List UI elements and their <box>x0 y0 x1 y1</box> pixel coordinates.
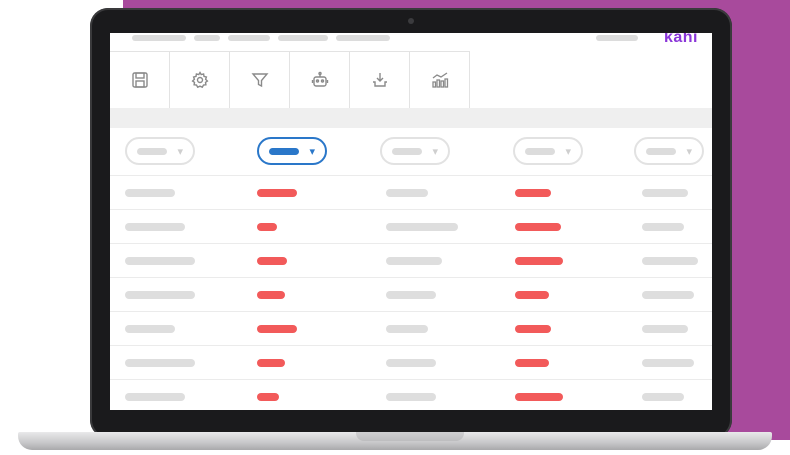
chevron-down-icon: ▾ <box>686 146 692 158</box>
export-button[interactable] <box>350 52 410 108</box>
nav-placeholder-2[interactable] <box>194 35 220 41</box>
table-row[interactable] <box>110 209 712 243</box>
table-cell <box>125 223 185 231</box>
table-cell-highlight <box>257 257 287 265</box>
table-cell <box>642 393 684 401</box>
laptop-hinge-notch <box>356 432 464 441</box>
table-row[interactable] <box>110 277 712 311</box>
table-cell <box>125 393 185 401</box>
table-cell-highlight <box>515 291 549 299</box>
column-filter-3[interactable]: ▾ <box>380 137 450 165</box>
table-cell <box>386 359 436 367</box>
table-cell-highlight <box>515 223 561 231</box>
table-cell-highlight <box>257 359 285 367</box>
account-placeholder[interactable] <box>596 35 638 41</box>
table-cell <box>386 189 428 197</box>
nav-placeholder-4[interactable] <box>278 35 328 41</box>
table-cell-highlight <box>257 325 297 333</box>
gear-icon <box>191 71 208 89</box>
table-row[interactable] <box>110 345 712 379</box>
webcam-icon <box>408 18 414 24</box>
table-cell <box>125 359 195 367</box>
column-filter-4[interactable]: ▾ <box>513 137 583 165</box>
column-filter-2[interactable]: ▾ <box>257 137 327 165</box>
settings-button[interactable] <box>170 52 230 108</box>
table-cell-highlight <box>257 223 277 231</box>
chevron-down-icon: ▾ <box>432 146 438 158</box>
filter-value-placeholder <box>525 148 555 155</box>
table-cell <box>386 291 436 299</box>
table-cell <box>386 223 458 231</box>
table-row[interactable] <box>110 379 712 410</box>
toolbar <box>110 51 470 109</box>
table-cell <box>125 189 175 197</box>
table-cell <box>642 223 684 231</box>
table-cell <box>125 325 175 333</box>
brand-logo: kahi <box>663 33 698 46</box>
table-cell-highlight <box>515 325 551 333</box>
table-cell <box>642 291 694 299</box>
table-cell-highlight <box>257 189 297 197</box>
nav-placeholder-1[interactable] <box>132 35 186 41</box>
filter-value-placeholder <box>137 148 167 155</box>
table-cell-highlight <box>515 359 549 367</box>
filter-button[interactable] <box>230 52 290 108</box>
table-row[interactable] <box>110 311 712 345</box>
table-cell <box>125 257 195 265</box>
table-cell-highlight <box>257 393 279 401</box>
top-bar: kahi <box>110 33 712 49</box>
table-cell-highlight <box>515 189 551 197</box>
download-icon <box>372 73 387 87</box>
filter-value-placeholder <box>646 148 676 155</box>
table-cell <box>386 393 436 401</box>
table-cell <box>642 359 694 367</box>
table-cell-highlight <box>515 257 563 265</box>
toolbar-separator <box>110 108 712 128</box>
filter-icon <box>250 73 269 88</box>
analytics-button[interactable] <box>410 52 470 108</box>
robot-icon <box>311 71 328 87</box>
table-row[interactable] <box>110 175 712 209</box>
column-filter-1[interactable]: ▾ <box>125 137 195 165</box>
chevron-down-icon: ▾ <box>309 146 315 158</box>
nav-placeholder-3[interactable] <box>228 35 270 41</box>
table-cell <box>125 291 195 299</box>
save-icon <box>131 72 148 88</box>
app-screen: kahi ▾ ▾ ▾ ▾ ▾ <box>110 33 712 410</box>
column-filter-5[interactable]: ▾ <box>634 137 704 165</box>
nav-placeholder-5[interactable] <box>336 35 390 41</box>
chevron-down-icon: ▾ <box>565 146 571 158</box>
chart-icon <box>431 72 448 88</box>
table-cell-highlight <box>257 291 285 299</box>
filter-value-placeholder <box>392 148 422 155</box>
filter-value-placeholder <box>269 148 299 155</box>
table-cell-highlight <box>515 393 563 401</box>
table-cell <box>386 257 442 265</box>
table-cell <box>386 325 428 333</box>
table-cell <box>642 189 688 197</box>
automation-button[interactable] <box>290 52 350 108</box>
table-cell <box>642 325 688 333</box>
table-cell <box>642 257 698 265</box>
chevron-down-icon: ▾ <box>177 146 183 158</box>
table-row[interactable] <box>110 243 712 277</box>
save-button[interactable] <box>110 52 170 108</box>
